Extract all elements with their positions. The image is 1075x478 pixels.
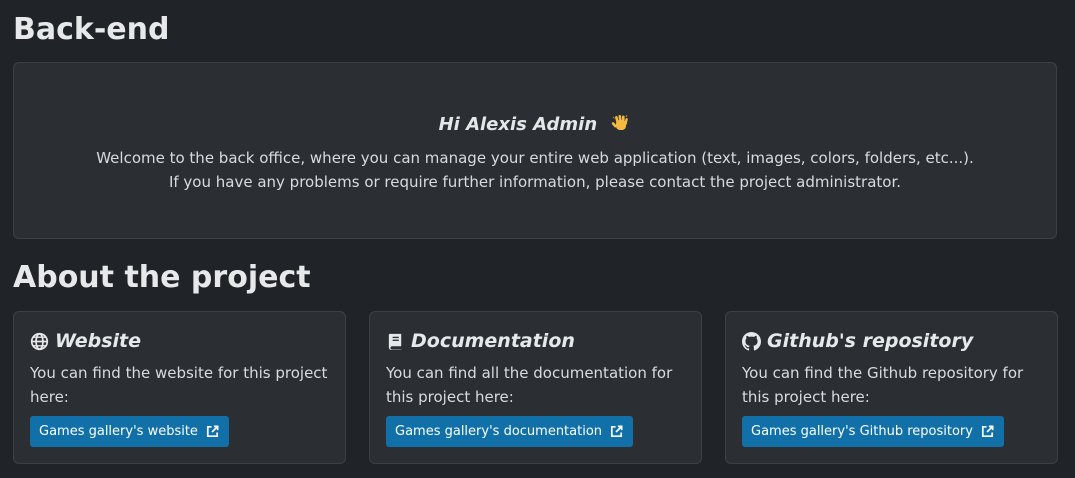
card-title-text: Github's repository xyxy=(767,330,974,352)
button-label: Games gallery's Github repository xyxy=(751,424,973,439)
page: Back-end Hi Alexis Admin Welcome to the … xyxy=(0,0,1075,478)
website-card: Website You can find the website for thi… xyxy=(13,311,346,464)
card-description: You can find the website for this projec… xyxy=(30,364,328,406)
card-title-text: Website xyxy=(55,330,142,352)
github-link-button[interactable]: Games gallery's Github repository xyxy=(742,416,1004,447)
page-title: Back-end xyxy=(13,12,170,47)
welcome-text-line-1: Welcome to the back office, where you ca… xyxy=(96,149,974,167)
button-label: Games gallery's website xyxy=(39,424,198,439)
documentation-card: Documentation You can find all the docum… xyxy=(369,311,702,464)
card-title-documentation: Documentation xyxy=(386,329,685,353)
card-title-website: Website xyxy=(30,329,329,353)
documentation-link-button[interactable]: Games gallery's documentation xyxy=(386,416,634,447)
external-link-icon xyxy=(205,424,220,439)
card-description: You can find all the documentation for t… xyxy=(386,364,673,406)
card-title-text: Documentation xyxy=(411,330,575,352)
website-link-button[interactable]: Games gallery's website xyxy=(30,416,229,447)
waving-hand-icon xyxy=(611,113,631,140)
greeting: Hi Alexis Admin xyxy=(14,113,1056,140)
github-card: Github's repository You can find the Git… xyxy=(725,311,1058,464)
card-description: You can find the Github repository for t… xyxy=(742,364,1024,406)
welcome-card: Hi Alexis Admin Welcome to the back offi… xyxy=(13,62,1057,239)
button-label: Games gallery's documentation xyxy=(395,424,603,439)
globe-icon xyxy=(30,332,49,351)
github-icon xyxy=(742,331,761,351)
external-link-icon xyxy=(609,424,624,439)
section-title-about: About the project xyxy=(13,260,311,295)
external-link-icon xyxy=(980,424,995,439)
book-icon xyxy=(386,332,405,351)
greeting-text: Hi Alexis Admin xyxy=(438,114,598,135)
card-title-github: Github's repository xyxy=(742,329,1041,353)
welcome-text-line-2: If you have any problems or require furt… xyxy=(168,173,902,191)
